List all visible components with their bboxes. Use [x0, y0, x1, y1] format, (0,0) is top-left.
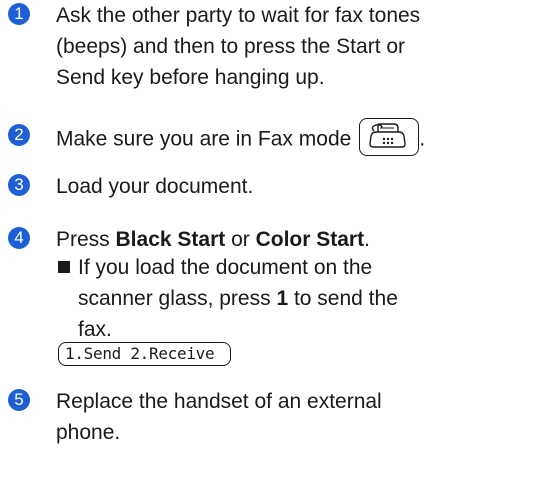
step-1-line-1: Ask the other party to wait for fax tone…: [56, 4, 421, 27]
color-start-key-label: Color Start: [255, 228, 365, 251]
black-start-key-label: Black Start: [115, 228, 226, 251]
step-4-prefix: Press: [56, 228, 116, 251]
step-1-text: Ask the other party to wait for fax tone…: [56, 0, 531, 93]
step-5-line-1: Replace the handset of an external: [56, 390, 382, 413]
step-number-badge: 1: [8, 3, 30, 25]
step-2-period: .: [419, 127, 426, 151]
lcd-display: 1.Send 2.Receive: [58, 342, 231, 366]
step-4-suffix: .: [364, 228, 370, 251]
step-4-middle: or: [225, 228, 256, 251]
step-number-badge: 3: [8, 174, 30, 196]
bullet-square-icon: [58, 261, 70, 273]
step-1-line-3: Send key before hanging up.: [56, 66, 325, 89]
step-5-line-2: phone.: [56, 421, 121, 444]
bullet-line-2: scanner glass, press 1 to send the: [78, 283, 398, 314]
step-5-text: Replace the handset of an external phone…: [56, 386, 531, 448]
bullet-line-2-post: to send the: [288, 287, 398, 310]
step-4-text: Press Black Start or Color Start.: [56, 224, 531, 255]
bullet-line-3: fax.: [78, 318, 112, 341]
step-2-label: Make sure you are in Fax mode: [56, 127, 352, 151]
step-number-badge: 2: [8, 124, 30, 146]
step-number-badge: 5: [8, 389, 30, 411]
bullet-line-2-key: 1: [276, 287, 289, 310]
bullet-line-1: If you load the document on the: [78, 256, 373, 279]
fax-mode-key-icon: [359, 118, 420, 156]
bullet-text: If you load the document on the scanner …: [78, 252, 398, 345]
step-number-badge: 4: [8, 227, 30, 249]
step-2-text: Make sure you are in Fax mode .: [56, 118, 531, 159]
bullet-line-2-pre: scanner glass, press: [78, 287, 277, 310]
step-1-line-2: (beeps) and then to press the Start or: [56, 35, 406, 58]
step-3-text: Load your document.: [56, 175, 254, 198]
